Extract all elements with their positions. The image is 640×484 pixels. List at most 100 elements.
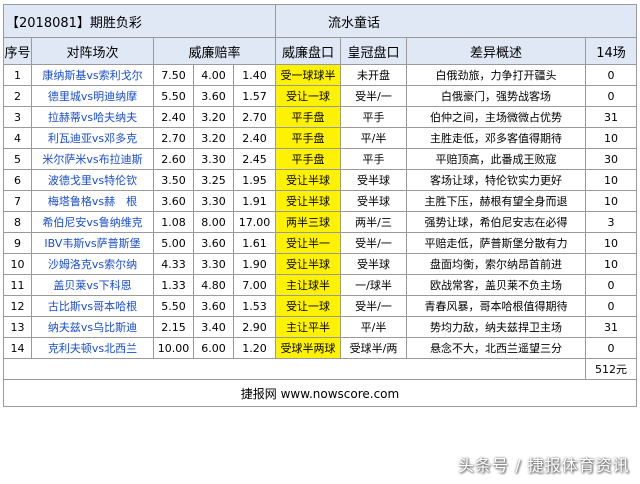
odds-home: 2.60 <box>153 148 194 170</box>
william-handicap: 受让半球 <box>275 169 341 191</box>
odds-away: 2.70 <box>233 106 276 128</box>
match-name[interactable]: 盖贝莱vs下科恩 <box>31 274 154 296</box>
odds-away: 2.40 <box>233 127 276 149</box>
count-14: 0 <box>584 64 638 86</box>
header-14: 14场 <box>584 37 638 65</box>
match-name[interactable]: 纳夫兹vs乌比斯迪 <box>31 316 154 338</box>
table-row: 13 纳夫兹vs乌比斯迪 2.15 3.40 2.90 主让平半 平/半 势均力敌，纳夫兹捍卫… <box>3 316 638 338</box>
match-name[interactable]: 米尔萨米vs布拉迪斯 <box>31 148 154 170</box>
william-handicap: 平手盘 <box>275 148 341 170</box>
table-row: 7 梅塔鲁格vs赫 根 3.60 3.30 1.91 受让半球 受半球 主胜下压，赫根有望全身… <box>3 190 638 212</box>
difference-summary: 势均力敌，纳夫兹捍卫主场 <box>406 316 586 338</box>
difference-summary: 白俄豪门，强势战客场 <box>406 85 586 107</box>
watermark: 头条号 / 捷报体育资讯 <box>458 456 630 475</box>
match-name[interactable]: 利瓦迪亚vs邓多克 <box>31 127 154 149</box>
row-number: 4 <box>3 127 32 149</box>
william-handicap: 主让球半 <box>275 274 341 296</box>
difference-summary: 强势让球，希伯尼安志在必得 <box>406 211 586 233</box>
odds-away: 7.00 <box>233 274 276 296</box>
row-number: 9 <box>3 232 32 254</box>
odds-draw: 3.30 <box>193 253 234 275</box>
match-name[interactable]: 古比斯vs哥本哈根 <box>31 295 154 317</box>
william-handicap: 受让半一 <box>275 232 341 254</box>
row-number: 13 <box>3 316 32 338</box>
odds-home: 1.08 <box>153 211 194 233</box>
crown-handicap: 平手 <box>340 106 407 128</box>
odds-away: 1.57 <box>233 85 276 107</box>
table-row: 2 德里城vs明迪纳摩 5.50 3.60 1.57 受让一球 受半/一 白俄豪门，强势战客场… <box>3 85 638 107</box>
odds-away: 1.91 <box>233 190 276 212</box>
match-name[interactable]: 梅塔鲁格vs赫 根 <box>31 190 154 212</box>
odds-draw: 6.00 <box>193 337 234 359</box>
match-name[interactable]: IBV韦斯vs萨普斯堡 <box>31 232 154 254</box>
match-name[interactable]: 沙姆洛克vs索尔纳 <box>31 253 154 275</box>
odds-away: 1.95 <box>233 169 276 191</box>
author-name: 流水童话 <box>274 4 638 38</box>
row-number: 14 <box>3 337 32 359</box>
odds-home: 5.50 <box>153 85 194 107</box>
count-14: 10 <box>584 232 638 254</box>
table-row: 4 利瓦迪亚vs邓多克 2.70 3.20 2.40 平手盘 平/半 主胜走低，邓多客值得期待… <box>3 127 638 149</box>
count-14: 0 <box>584 337 638 359</box>
odds-draw: 3.40 <box>193 316 234 338</box>
count-14: 10 <box>584 190 638 212</box>
header-william-handicap: 威廉盘口 <box>275 37 341 65</box>
issue-title: 【2018081】期胜负彩 <box>3 4 276 38</box>
difference-summary: 伯仲之间，主场微微占优势 <box>406 106 586 128</box>
match-name[interactable]: 拉赫蒂vs哈夫纳夫 <box>31 106 154 128</box>
william-handicap: 受让一球 <box>275 295 341 317</box>
column-header-row: 序号 对阵场次 威廉赔率 威廉盘口 皇冠盘口 差异概述 14场 <box>3 37 638 65</box>
crown-handicap: 受半/一 <box>340 295 407 317</box>
row-number: 3 <box>3 106 32 128</box>
total-spacer <box>3 358 586 380</box>
odds-draw: 4.00 <box>193 64 234 86</box>
odds-away: 2.45 <box>233 148 276 170</box>
crown-handicap: 一/球半 <box>340 274 407 296</box>
odds-home: 7.50 <box>153 64 194 86</box>
table-body: 1 康纳斯基vs索利戈尔 7.50 4.00 1.40 受一球球半 未开盘 白俄劲旅，力争打开… <box>3 64 638 359</box>
count-14: 0 <box>584 85 638 107</box>
footer-source: 捷报网 www.nowscore.com <box>2 379 638 407</box>
table-row: 8 希伯尼安vs鲁纳维克 1.08 8.00 17.00 两半三球 两半/三 强势让球，希伯尼… <box>3 211 638 233</box>
william-handicap: 受让半球 <box>275 253 341 275</box>
difference-summary: 盘面均衡，索尔纳昂首前进 <box>406 253 586 275</box>
odds-home: 2.40 <box>153 106 194 128</box>
odds-away: 1.90 <box>233 253 276 275</box>
odds-draw: 3.25 <box>193 169 234 191</box>
odds-home: 3.50 <box>153 169 194 191</box>
odds-draw: 3.20 <box>193 127 234 149</box>
header-crown-handicap: 皇冠盘口 <box>340 37 407 65</box>
row-number: 5 <box>3 148 32 170</box>
match-name[interactable]: 德里城vs明迪纳摩 <box>31 85 154 107</box>
table-row: 6 波德戈里vs特伦钦 3.50 3.25 1.95 受让半球 受半球 客场让球，特伦钦实力更… <box>3 169 638 191</box>
odds-home: 5.50 <box>153 295 194 317</box>
match-name[interactable]: 克利夫顿vs北西兰 <box>31 337 154 359</box>
row-number: 8 <box>3 211 32 233</box>
crown-handicap: 平/半 <box>340 127 407 149</box>
odds-draw: 3.20 <box>193 106 234 128</box>
count-14: 0 <box>584 274 638 296</box>
crown-handicap: 受半/一 <box>340 232 407 254</box>
table-row: 3 拉赫蒂vs哈夫纳夫 2.40 3.20 2.70 平手盘 平手 伯仲之间，主场微微占优势 3… <box>3 106 638 128</box>
odds-draw: 3.30 <box>193 190 234 212</box>
odds-draw: 3.30 <box>193 148 234 170</box>
odds-home: 2.15 <box>153 316 194 338</box>
william-handicap: 受让一球 <box>275 85 341 107</box>
difference-summary: 欧战常客，盖贝莱不负主场 <box>406 274 586 296</box>
odds-away: 1.40 <box>233 64 276 86</box>
odds-away: 1.61 <box>233 232 276 254</box>
difference-summary: 平赔顶高，此番成王败寇 <box>406 148 586 170</box>
william-handicap: 受让半球 <box>275 190 341 212</box>
count-14: 0 <box>584 295 638 317</box>
odds-away: 2.90 <box>233 316 276 338</box>
william-handicap: 两半三球 <box>275 211 341 233</box>
match-name[interactable]: 希伯尼安vs鲁纳维克 <box>31 211 154 233</box>
match-name[interactable]: 波德戈里vs特伦钦 <box>31 169 154 191</box>
match-name[interactable]: 康纳斯基vs索利戈尔 <box>31 64 154 86</box>
table-row: 10 沙姆洛克vs索尔纳 4.33 3.30 1.90 受让半球 受半球 盘面均衡，索尔纳昂首… <box>3 253 638 275</box>
author-label: 流水童话 <box>328 15 381 31</box>
count-14: 31 <box>584 316 638 338</box>
count-14: 3 <box>584 211 638 233</box>
odds-draw: 3.60 <box>193 232 234 254</box>
header-match: 对阵场次 <box>31 37 154 65</box>
